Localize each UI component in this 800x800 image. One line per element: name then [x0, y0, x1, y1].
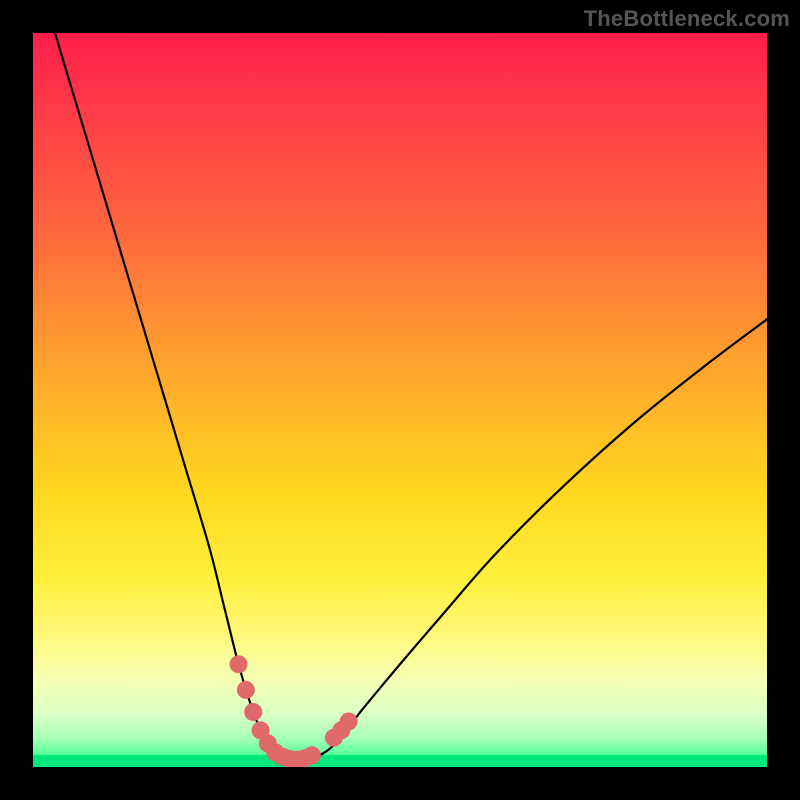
sweet-spot-markers — [230, 655, 358, 767]
chart-stage: TheBottleneck.com — [0, 0, 800, 800]
bottleneck-curve — [55, 33, 767, 760]
marker-dot — [244, 703, 262, 721]
marker-dot — [303, 746, 321, 764]
marker-dot — [237, 681, 255, 699]
chart-overlay — [33, 33, 767, 767]
watermark-text: TheBottleneck.com — [584, 6, 790, 32]
plot-area — [33, 33, 767, 767]
marker-dot — [340, 712, 358, 730]
marker-dot — [230, 655, 248, 673]
